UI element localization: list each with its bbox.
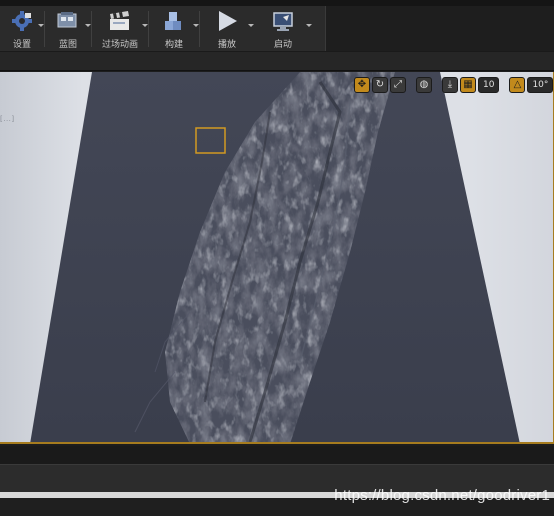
chevron-down-icon[interactable] (193, 24, 199, 27)
build-label: 构建 (164, 40, 183, 50)
world-space-icon[interactable]: ◍ (416, 77, 432, 93)
build-button[interactable]: 构建 (149, 6, 199, 51)
grid-snap-value[interactable]: 10 (478, 77, 500, 93)
blueprint-button[interactable]: 蓝图 (45, 6, 91, 51)
cinematics-button[interactable]: 过场动画 (92, 6, 148, 51)
settings-label: 设置 (12, 40, 31, 50)
settings-icon (8, 8, 36, 34)
surface-snap-icon[interactable]: ⤓ (442, 77, 458, 93)
translate-mode-icon[interactable]: ✥ (354, 77, 370, 93)
watermark-text: https://blog.csdn.net/goodriver1 (334, 487, 550, 504)
chevron-down-icon[interactable] (85, 24, 91, 27)
play-button[interactable]: 播放 (200, 6, 254, 51)
launch-button[interactable]: 启动 (254, 6, 312, 51)
blueprint-label: 蓝图 (58, 40, 77, 50)
scale-mode-icon[interactable]: ⤢ (390, 77, 406, 93)
build-blocks-icon (160, 8, 188, 34)
main-toolbar: 设置 蓝图 过场动画 构建 播放 启动 (0, 6, 326, 51)
settings-button[interactable]: 设置 (0, 6, 44, 51)
rotation-snap-value[interactable]: 10° (527, 77, 554, 93)
editor-window: 设置 蓝图 过场动画 构建 播放 启动 [...] ✥ ↻ ⤢ ◍ ⤓ ▦ 10… (0, 0, 554, 516)
chevron-down-icon[interactable] (306, 24, 312, 27)
viewport-tab-bar (0, 51, 554, 71)
viewport-controls: ✥ ↻ ⤢ ◍ ⤓ ▦ 10 △ 10° ⤡ (354, 76, 554, 94)
launch-icon (269, 8, 297, 34)
cinematics-label: 过场动画 (101, 40, 138, 50)
landscape-render (0, 72, 553, 442)
viewport-faint-label: [...] (0, 115, 15, 123)
play-icon (213, 8, 241, 34)
blueprint-icon (54, 8, 82, 34)
rotate-mode-icon[interactable]: ↻ (372, 77, 388, 93)
launch-label: 启动 (273, 40, 292, 50)
chevron-down-icon[interactable] (38, 24, 44, 27)
chevron-down-icon[interactable] (142, 24, 148, 27)
toolbar-empty-area (326, 6, 554, 51)
grid-snap-icon[interactable]: ▦ (460, 77, 476, 93)
level-viewport[interactable]: [...] (0, 72, 554, 444)
clapperboard-icon (106, 8, 134, 34)
panel-divider (0, 446, 554, 464)
play-label: 播放 (217, 40, 236, 50)
rotation-snap-icon[interactable]: △ (509, 77, 526, 93)
